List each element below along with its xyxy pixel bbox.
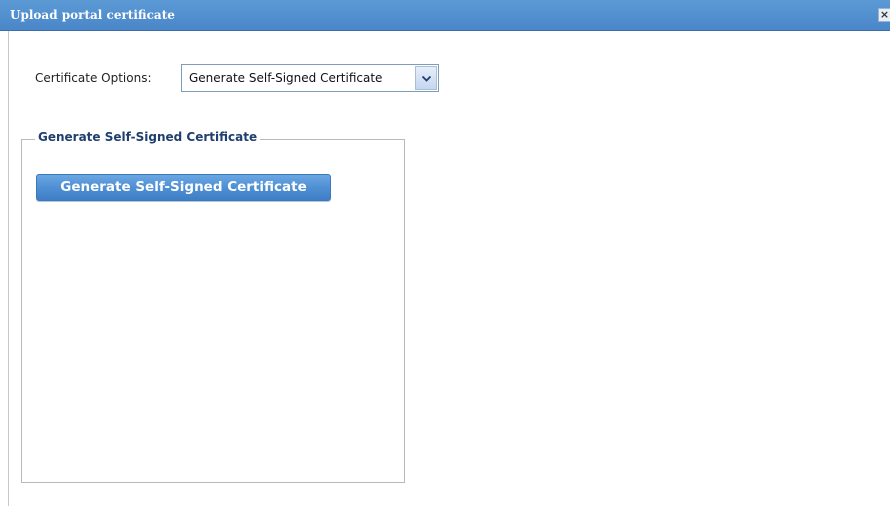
dialog-left-border [8,31,9,506]
dialog-title: Upload portal certificate [10,8,175,22]
dialog-title-bar[interactable]: Upload portal certificate × [0,0,890,31]
certificate-options-label: Certificate Options: [35,71,152,85]
close-icon: × [879,8,890,21]
generate-self-signed-certificate-button[interactable]: Generate Self-Signed Certificate [36,174,331,201]
close-button[interactable]: × [878,8,890,22]
upload-certificate-dialog: Upload portal certificate × Certificate … [0,0,890,506]
certificate-options-select[interactable]: Generate Self-Signed Certificate [181,64,439,92]
select-dropdown-button[interactable] [415,66,437,90]
certificate-options-selected-value: Generate Self-Signed Certificate [189,71,383,85]
chevron-down-icon [421,75,431,82]
section-legend: Generate Self-Signed Certificate [35,130,261,144]
